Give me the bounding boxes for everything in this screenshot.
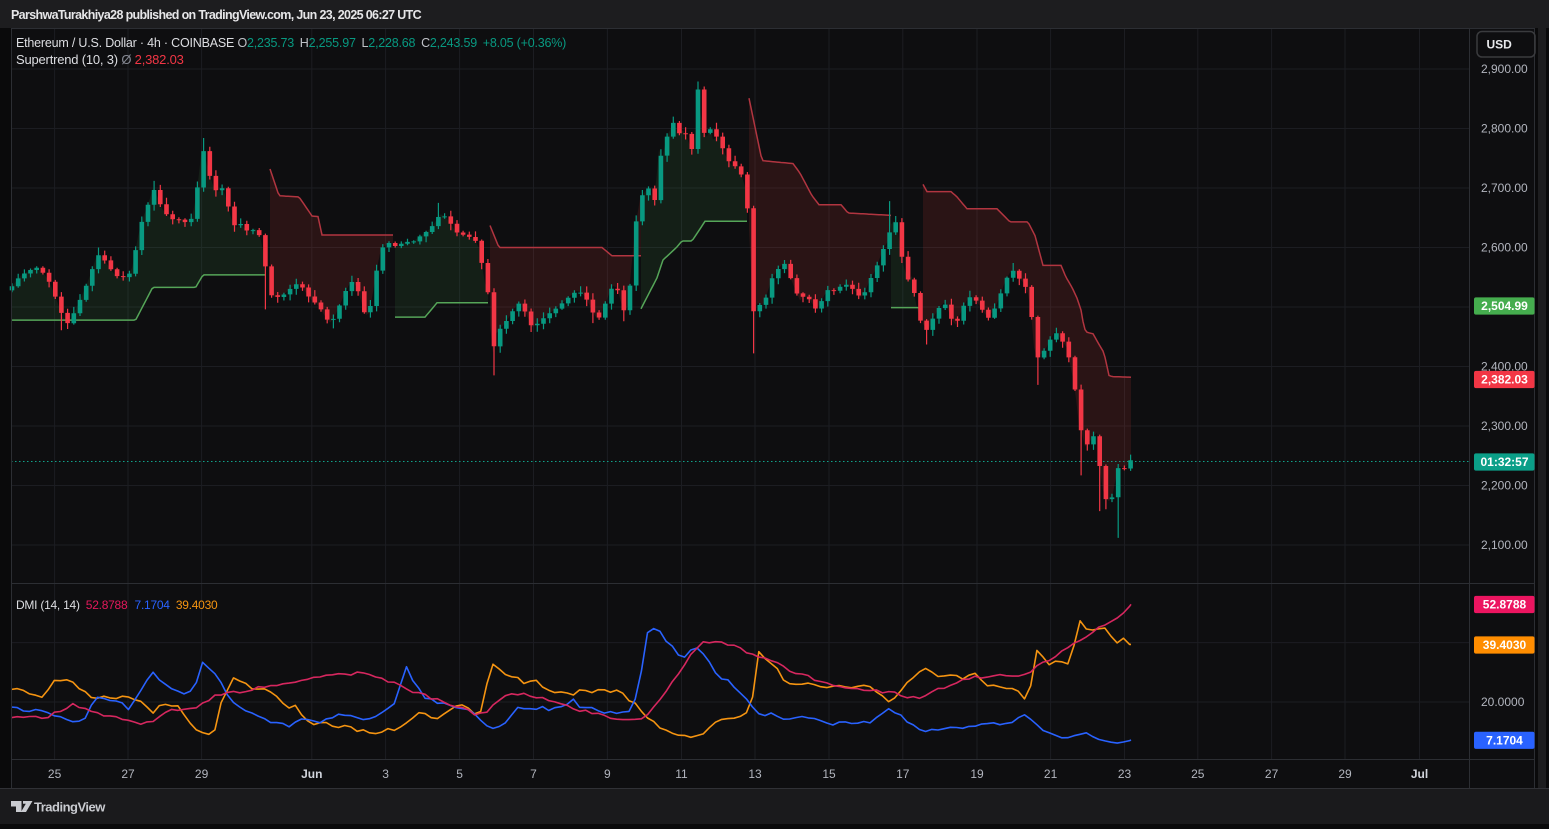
svg-text:29: 29 <box>1338 767 1352 781</box>
svg-text:7.1704: 7.1704 <box>1486 733 1523 747</box>
svg-text:23: 23 <box>1118 767 1132 781</box>
svg-text:2,700.00: 2,700.00 <box>1481 181 1528 195</box>
svg-text:2,382.03: 2,382.03 <box>1481 373 1528 387</box>
svg-text:ParshwaTurakhiya28 published o: ParshwaTurakhiya28 published on TradingV… <box>11 8 422 22</box>
svg-text:19: 19 <box>970 767 984 781</box>
svg-text:52.8788: 52.8788 <box>1483 598 1527 612</box>
svg-text:17: 17 <box>896 767 910 781</box>
svg-text:Supertrend (10, 3) Ø 2,382.0: Supertrend (10, 3) Ø 2,382.03 <box>16 52 184 67</box>
svg-text:39.4030: 39.4030 <box>1483 638 1527 652</box>
svg-text:7: 7 <box>530 767 537 781</box>
svg-text:29: 29 <box>195 767 209 781</box>
svg-text:01:32:57: 01:32:57 <box>1480 455 1528 469</box>
svg-text:USD: USD <box>1487 38 1513 52</box>
svg-text:Jun: Jun <box>301 767 322 781</box>
svg-text:27: 27 <box>1265 767 1279 781</box>
svg-text:2,200.00: 2,200.00 <box>1481 479 1528 493</box>
svg-text:13: 13 <box>748 767 762 781</box>
svg-text:2,800.00: 2,800.00 <box>1481 122 1528 136</box>
svg-text:2,300.00: 2,300.00 <box>1481 419 1528 433</box>
svg-text:21: 21 <box>1044 767 1058 781</box>
svg-text:2,100.00: 2,100.00 <box>1481 538 1528 552</box>
svg-text:15: 15 <box>822 767 836 781</box>
svg-text:27: 27 <box>121 767 135 781</box>
svg-text:5: 5 <box>456 767 463 781</box>
svg-text:DMI (14, 14) 52.8788 7.1704: DMI (14, 14) 52.8788 7.1704 39.4030 <box>16 598 218 612</box>
svg-text:25: 25 <box>48 767 62 781</box>
svg-text:9: 9 <box>604 767 611 781</box>
svg-text:11: 11 <box>675 767 688 781</box>
svg-text:TradingView: TradingView <box>34 800 106 815</box>
svg-text:20.0000: 20.0000 <box>1481 695 1525 709</box>
svg-text:Jul: Jul <box>1411 767 1428 781</box>
svg-text:3: 3 <box>382 767 389 781</box>
svg-text:25: 25 <box>1191 767 1205 781</box>
svg-text:Ethereum / U.S. Dollar · 4h ·: Ethereum / U.S. Dollar · 4h · COINBASE O… <box>16 36 566 50</box>
svg-text:2,504.99: 2,504.99 <box>1481 299 1528 313</box>
svg-text:2,900.00: 2,900.00 <box>1481 62 1528 76</box>
svg-text:2,600.00: 2,600.00 <box>1481 241 1528 255</box>
